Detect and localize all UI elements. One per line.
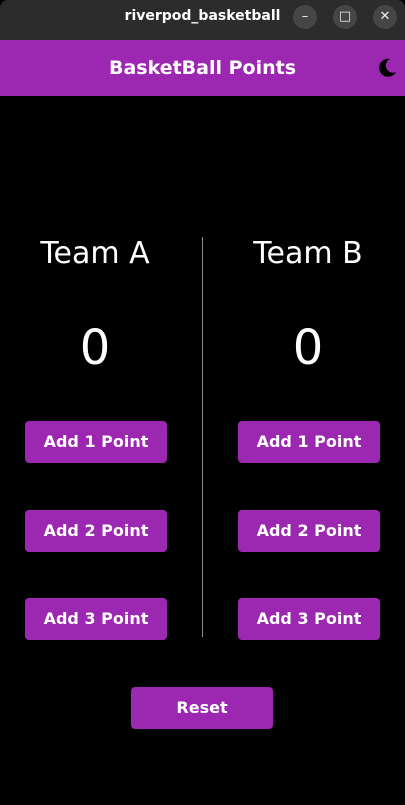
team-b-name: Team B: [253, 236, 363, 271]
moon-icon[interactable]: [376, 57, 398, 79]
team-a-add-3-button[interactable]: Add 3 Point: [25, 598, 167, 640]
team-a-add-1-button[interactable]: Add 1 Point: [25, 421, 167, 463]
window-titlebar: riverpod_basketball – □ ✕: [0, 0, 405, 40]
team-b-add-3-button[interactable]: Add 3 Point: [238, 598, 380, 640]
close-button[interactable]: ✕: [373, 5, 397, 29]
reset-button[interactable]: Reset: [131, 687, 273, 729]
minimize-button[interactable]: –: [293, 5, 317, 29]
team-b-score: 0: [292, 320, 324, 376]
app-title: BasketBall Points: [108, 57, 297, 79]
team-b-add-1-button[interactable]: Add 1 Point: [238, 421, 380, 463]
maximize-button[interactable]: □: [333, 5, 357, 29]
vertical-divider: [202, 237, 203, 637]
team-a-name: Team A: [40, 236, 150, 271]
team-a-add-2-button[interactable]: Add 2 Point: [25, 510, 167, 552]
app-bar: BasketBall Points: [0, 40, 405, 96]
team-b-add-2-button[interactable]: Add 2 Point: [238, 510, 380, 552]
team-a-score: 0: [79, 320, 111, 376]
